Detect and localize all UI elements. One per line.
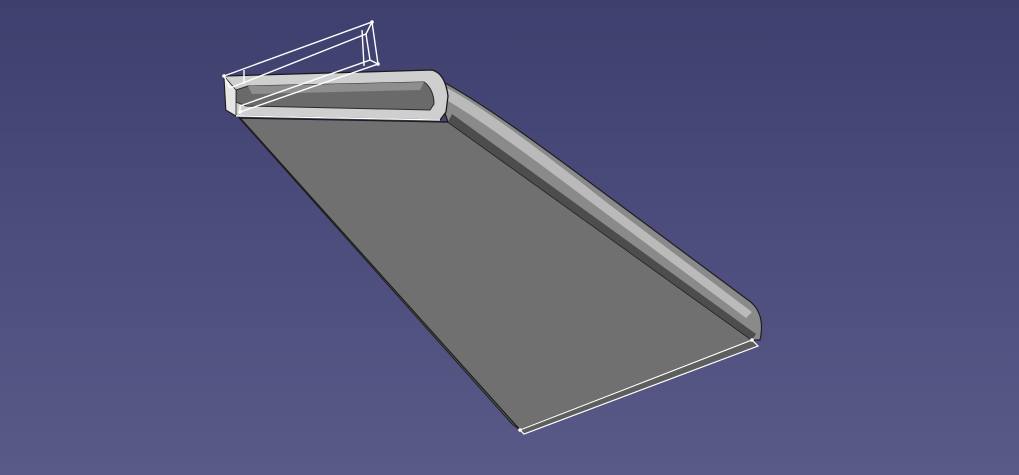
3d-model-scene[interactable] bbox=[0, 0, 1019, 475]
3d-viewport[interactable] bbox=[0, 0, 1019, 475]
